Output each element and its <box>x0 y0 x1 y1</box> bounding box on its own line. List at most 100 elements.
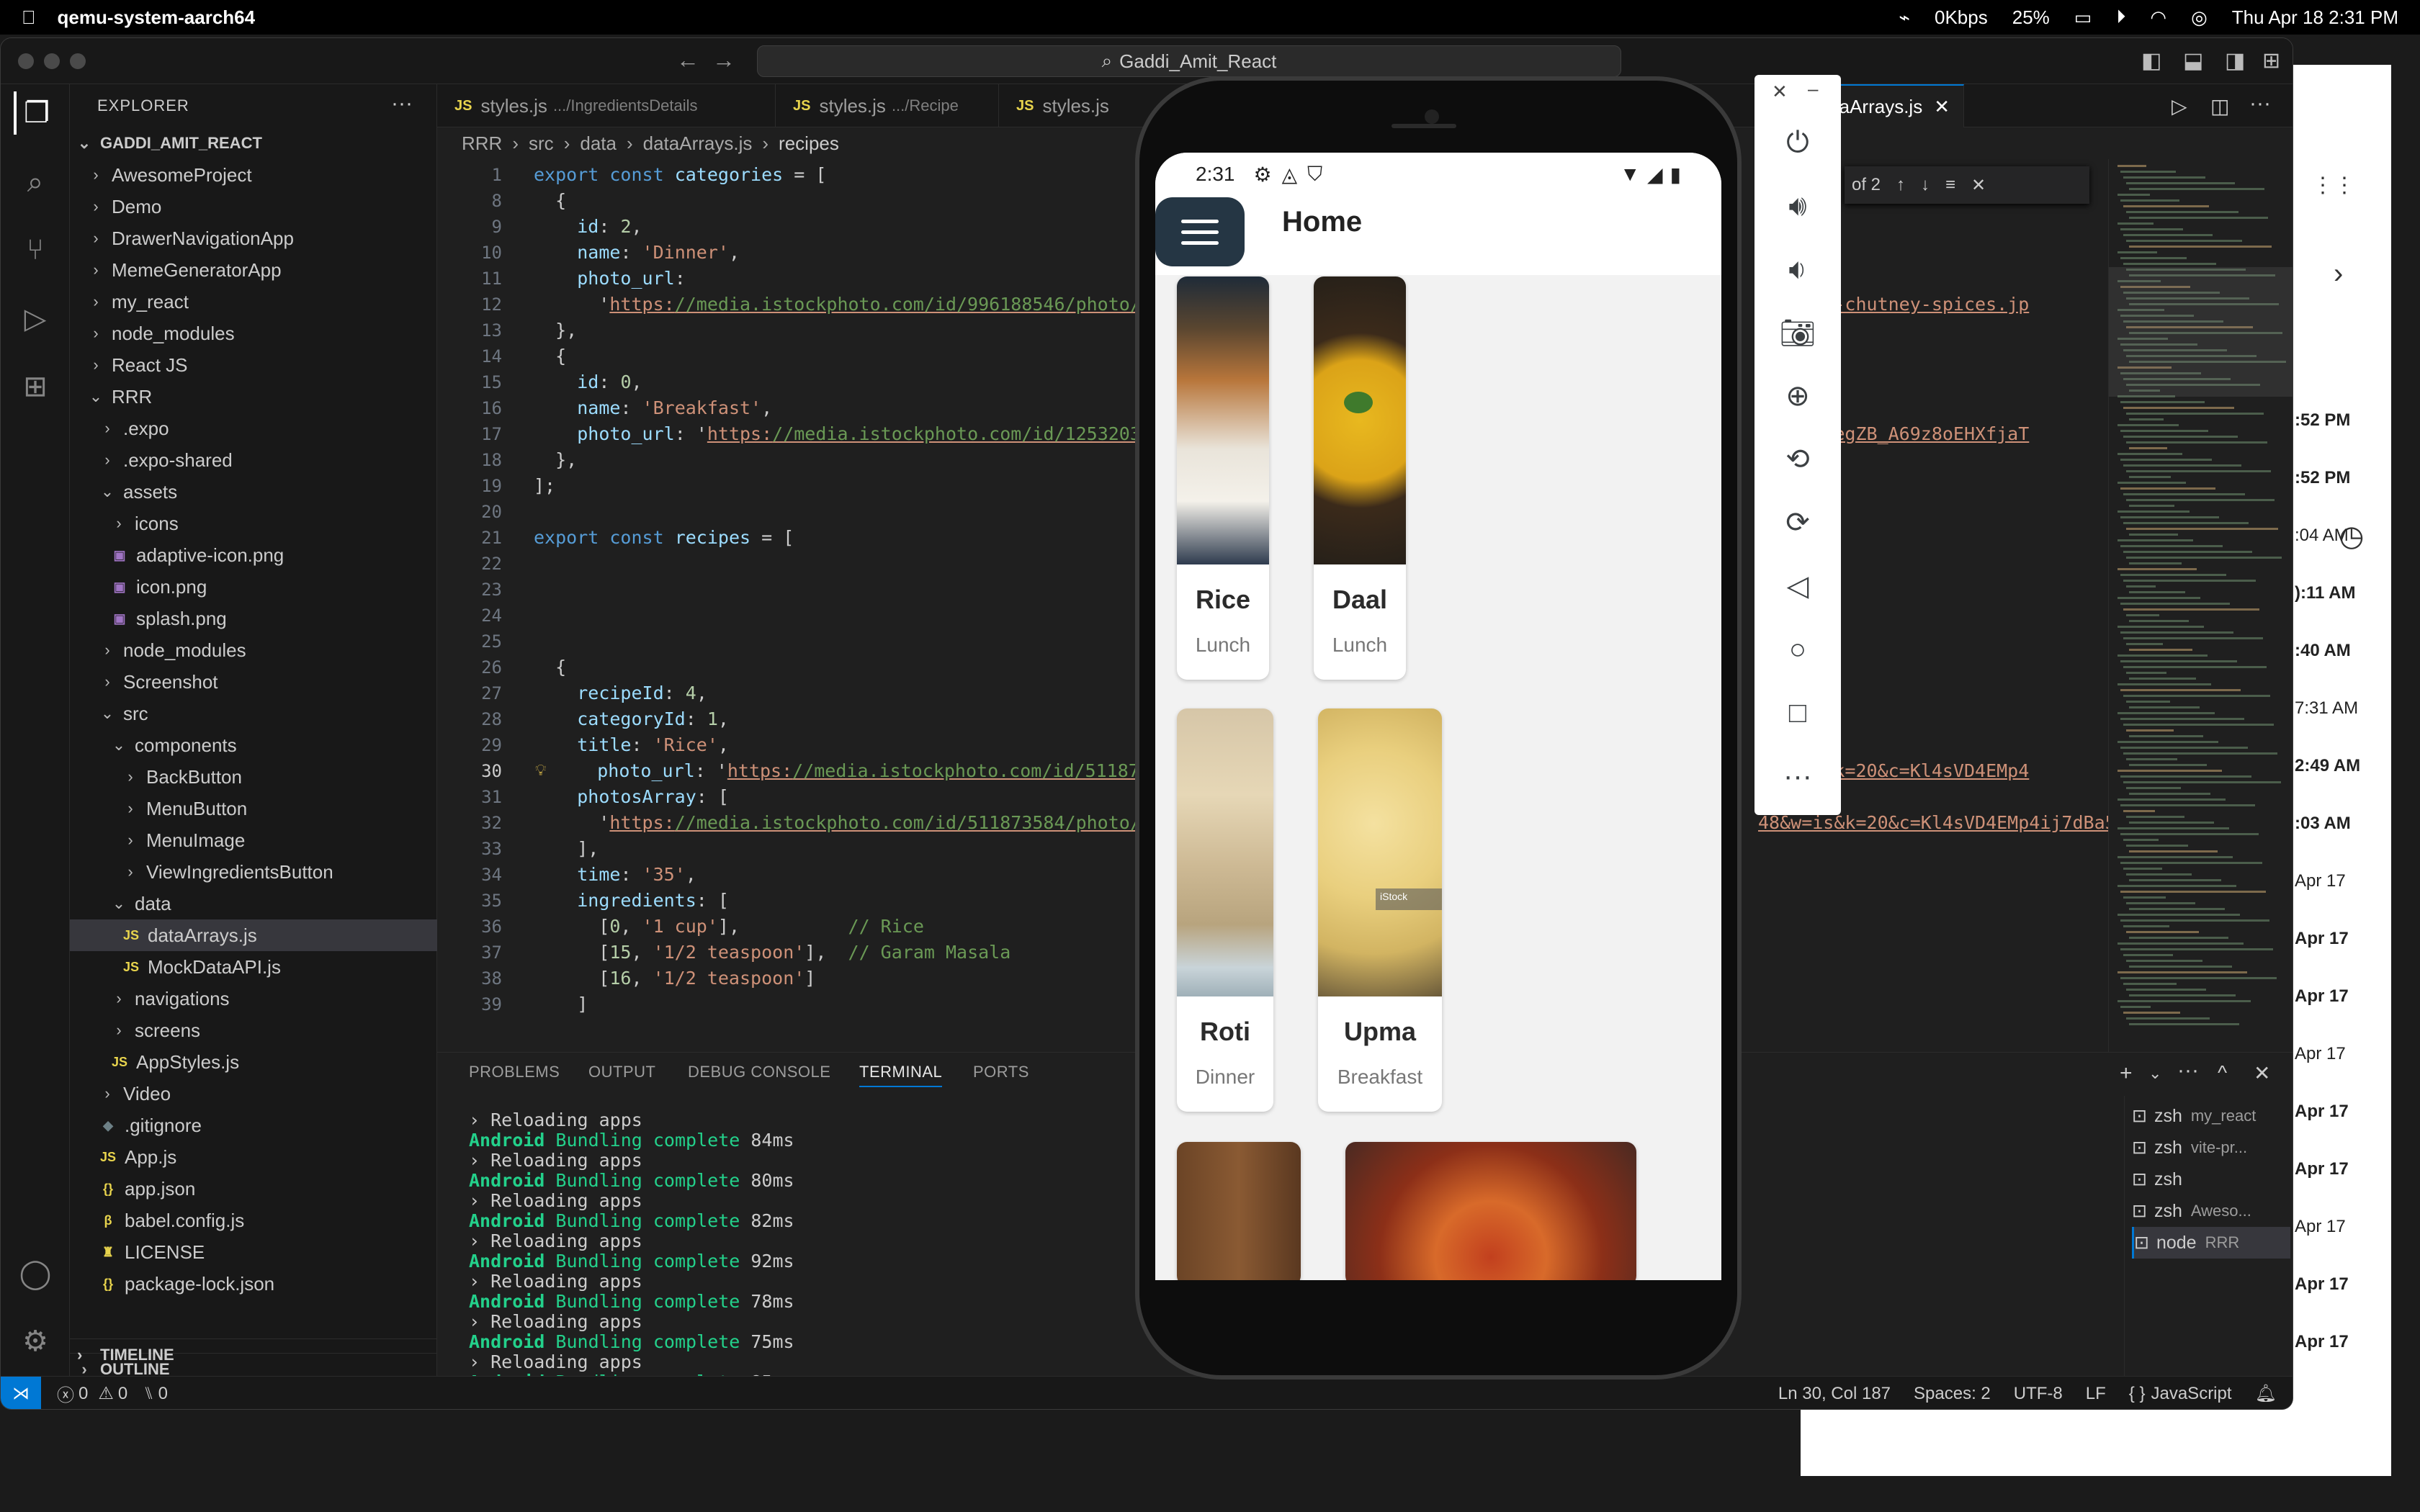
zoom-icon[interactable]: ⊕ <box>1776 374 1819 418</box>
tree-folder[interactable]: › MenuImage <box>70 824 437 856</box>
back-arrow-icon[interactable]: ← <box>676 47 699 73</box>
editor-tab[interactable]: JS styles.js .../IngredientsDetails <box>437 84 776 127</box>
control-center-icon[interactable]: ◎ <box>2191 6 2208 29</box>
code-line[interactable]: }, <box>534 447 577 473</box>
tree-file[interactable]: JS dataArrays.js <box>70 919 437 951</box>
tree-file[interactable]: {} app.json <box>70 1173 437 1205</box>
indentation[interactable]: Spaces: 2 <box>1914 1384 1991 1404</box>
code-line[interactable]: ]; <box>534 473 555 499</box>
more-actions-icon[interactable]: ··· <box>2177 1058 2199 1083</box>
split-editor-icon[interactable]: ◫ <box>2210 94 2229 118</box>
customize-layout-icon[interactable]: ⊞ <box>2262 48 2280 73</box>
minimap-slider[interactable] <box>2109 267 2293 397</box>
code-line[interactable]: photo_url: 'https://media.istockphoto.co… <box>554 758 1172 784</box>
toggle-secondary-sidebar-icon[interactable]: ◨ <box>2225 48 2245 73</box>
apple-icon[interactable]:  <box>22 6 36 29</box>
terminal-instance[interactable]: ⊡ zsh Aweso... <box>2132 1195 2290 1227</box>
tree-folder[interactable]: › my_react <box>70 286 437 318</box>
tree-folder[interactable]: › ViewIngredientsButton <box>70 856 437 888</box>
wifi-icon[interactable]: ◠ <box>2150 6 2166 29</box>
mute-icon[interactable]: ⌁ <box>1899 6 1910 29</box>
explorer-icon[interactable]: ❐ <box>14 91 57 135</box>
toggle-sidebar-icon[interactable]: ◧ <box>2141 48 2161 73</box>
cursor-position[interactable]: Ln 30, Col 187 <box>1778 1384 1891 1404</box>
run-debug-icon[interactable]: ▷ <box>14 297 57 341</box>
rotate-left-icon[interactable]: ⟲ <box>1776 438 1819 481</box>
ports-icon[interactable]: ⑊ <box>143 1384 153 1404</box>
code-line[interactable]: photosArray: [ <box>534 784 729 810</box>
camera-icon[interactable]: 📷︎ <box>1776 311 1819 354</box>
warning-count[interactable]: 0 <box>118 1384 127 1404</box>
breadcrumb-item[interactable]: data <box>580 132 617 155</box>
chevron-right-icon[interactable]: › <box>2334 258 2343 290</box>
panel-tab[interactable]: PORTS <box>973 1063 1029 1081</box>
recipe-card[interactable]: Roti Dinner <box>1177 708 1273 1112</box>
code-line[interactable]: ], <box>534 836 599 862</box>
grid-icon[interactable]: ⋮⋮ <box>2312 173 2355 202</box>
code-line[interactable]: export const recipes = [ <box>534 525 794 551</box>
recipe-card[interactable]: iStock Upma Breakfast <box>1318 708 1442 1112</box>
tree-folder[interactable]: › node_modules <box>70 634 437 666</box>
code-line[interactable]: time: '35', <box>534 862 696 888</box>
tree-file[interactable]: ▣ splash.png <box>70 603 437 634</box>
arrow-up-icon[interactable]: ↑ <box>1896 175 1905 195</box>
tree-file[interactable]: {} package-lock.json <box>70 1268 437 1300</box>
code-line[interactable]: ] <box>534 991 588 1017</box>
tree-folder[interactable]: › node_modules <box>70 318 437 349</box>
code-line[interactable]: 'https://media.istockphoto.com/id/511873… <box>534 810 1162 836</box>
terminal-instance[interactable]: ⊡ zsh my_react <box>2132 1100 2290 1132</box>
minimize-icon[interactable]: – <box>1808 78 1818 100</box>
tree-folder[interactable]: ⌄ data <box>70 888 437 919</box>
panel-tab[interactable]: TERMINAL <box>859 1063 943 1087</box>
tree-folder[interactable]: ⌄ components <box>70 729 437 761</box>
close-window-button[interactable] <box>18 53 34 69</box>
code-line[interactable]: photo_url: 'https://media.istockphoto.co… <box>534 421 1152 447</box>
panel-tab[interactable]: OUTPUT <box>588 1063 655 1081</box>
close-icon[interactable]: ✕ <box>1772 81 1788 103</box>
tree-file[interactable]: JS App.js <box>70 1141 437 1173</box>
terminal-instance[interactable]: ⊡ zsh vite-pr... <box>2132 1132 2290 1164</box>
minimap[interactable] <box>2108 159 2293 1052</box>
code-line[interactable]: name: 'Dinner', <box>534 240 740 266</box>
workspace-root[interactable]: ⌄ GADDI_AMIT_REACT <box>70 127 437 159</box>
phone-screen[interactable]: 2:31 ⚙ ◬ ⛉ ▼ ◢ ▮ Home Rice Lunch Daal Lu… <box>1155 153 1721 1286</box>
lightbulb-icon[interactable]: 💡︎ <box>535 758 546 784</box>
code-line[interactable]: categoryId: 1, <box>534 706 729 732</box>
breadcrumb-item[interactable]: RRR <box>462 132 502 155</box>
breadcrumb-item[interactable]: dataArrays.js <box>643 132 753 155</box>
code-line[interactable]: { <box>534 188 566 214</box>
tree-folder[interactable]: › icons <box>70 508 437 539</box>
code-line[interactable]: [15, '1/2 teaspoon'], // Garam Masala <box>534 940 1010 966</box>
command-center-search[interactable]: ⌕ Gaddi_Amit_React <box>757 45 1621 77</box>
run-file-icon[interactable]: ▷ <box>2172 94 2187 118</box>
settings-gear-icon[interactable]: ⚙ <box>14 1320 57 1363</box>
code-line[interactable]: { <box>534 343 566 369</box>
play-icon[interactable]: ⏵ <box>2116 6 2125 29</box>
source-control-icon[interactable]: ⑂ <box>14 228 57 271</box>
code-line[interactable]: [16, '1/2 teaspoon'] <box>534 966 815 991</box>
code-line[interactable]: id: 2, <box>534 214 642 240</box>
tree-file[interactable]: ▣ icon.png <box>70 571 437 603</box>
breadcrumb-item[interactable]: recipes <box>779 132 839 155</box>
code-line[interactable]: photo_url: <box>534 266 686 292</box>
home-icon[interactable]: ○ <box>1776 628 1819 671</box>
code-line[interactable]: id: 0, <box>534 369 642 395</box>
timeline-section[interactable]: › TIMELINE <box>70 1338 437 1370</box>
terminal-instance[interactable]: ⊡ zsh <box>2132 1164 2290 1195</box>
recipe-card[interactable]: Rice Lunch <box>1177 276 1269 680</box>
remote-icon[interactable]: ⋊ <box>1 1376 41 1409</box>
tree-folder[interactable]: › screens <box>70 1014 437 1046</box>
rotate-right-icon[interactable]: ⟳ <box>1776 501 1819 544</box>
warning-icon[interactable]: ⚠ <box>98 1383 114 1404</box>
code-line[interactable]: { <box>534 654 566 680</box>
code-line[interactable]: [0, '1 cup'], // Rice <box>534 914 924 940</box>
tree-folder[interactable]: › AwesomeProject <box>70 159 437 191</box>
more-actions-icon[interactable]: ··· <box>391 91 413 116</box>
tree-folder[interactable]: › navigations <box>70 983 437 1014</box>
close-icon[interactable]: ✕ <box>1971 175 1986 196</box>
code-line[interactable]: 'https://media.istockphoto.com/id/996188… <box>534 292 1162 318</box>
active-app-name[interactable]: qemu-system-aarch64 <box>58 6 256 29</box>
toggle-panel-icon[interactable]: ⬓ <box>2183 48 2203 73</box>
tree-folder[interactable]: › Video <box>70 1078 437 1110</box>
tree-file[interactable]: ◆ .gitignore <box>70 1110 437 1141</box>
